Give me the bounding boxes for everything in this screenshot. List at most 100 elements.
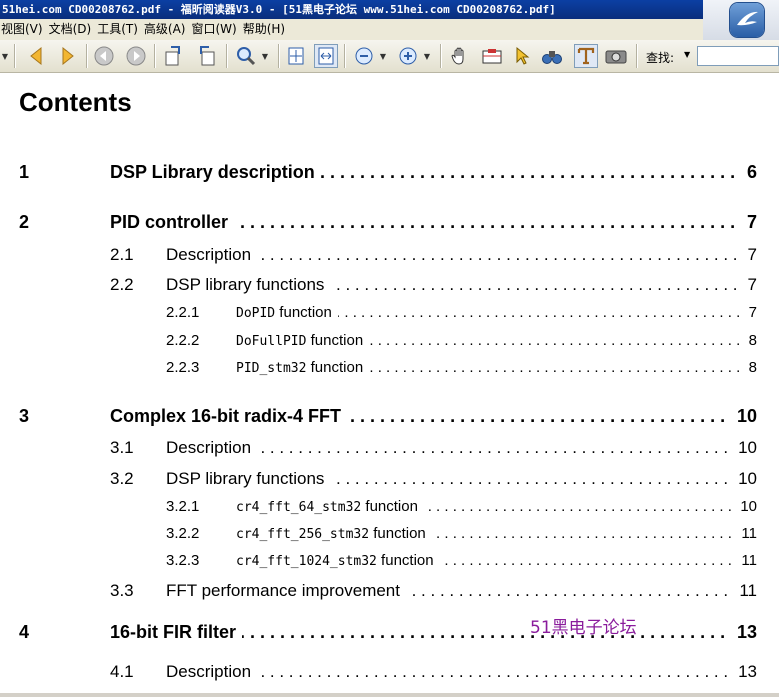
toc-function-name: cr4_fft_1024_stm32 xyxy=(236,554,377,569)
toc-title: DoPID function xyxy=(236,304,338,321)
menu-tools[interactable]: 工具(T) xyxy=(96,19,143,40)
find-label: 查找: xyxy=(646,51,675,65)
toc-entry[interactable]: 3.2.1 . . . . . . . . . . . . . . . . . … xyxy=(0,498,779,522)
zoom-in-dropdown-icon[interactable]: ▼ xyxy=(420,44,434,68)
zoom-dropdown-icon[interactable]: ▼ xyxy=(258,44,272,68)
toc-title: Description xyxy=(166,245,258,265)
toc-title: cr4_fft_64_stm32 function xyxy=(236,498,424,515)
toolbar-dropdown-icon[interactable]: ▼ xyxy=(0,44,10,68)
toc-page-number: 11 xyxy=(733,581,757,601)
snapshot-icon[interactable] xyxy=(480,44,504,68)
text-select-icon[interactable] xyxy=(574,44,598,68)
app-logo xyxy=(703,0,779,42)
toc-function-name: DoPID xyxy=(236,306,276,321)
toc-page-number: 7 xyxy=(741,245,757,265)
hand-tool-icon[interactable] xyxy=(448,44,472,68)
find-binoculars-icon[interactable] xyxy=(540,44,564,68)
toc-number: 3.1 xyxy=(110,438,134,457)
toc-entry[interactable]: 2.2.1 . . . . . . . . . . . . . . . . . … xyxy=(0,304,779,328)
last-page-icon[interactable] xyxy=(56,44,80,68)
menu-window[interactable]: 窗口(W) xyxy=(190,19,241,40)
toc-number: 4 xyxy=(19,622,30,642)
status-bar xyxy=(0,693,779,697)
toc-entry[interactable]: 4.1 . . . . . . . . . . . . . . . . . . … xyxy=(0,662,779,686)
find-input[interactable] xyxy=(697,46,779,66)
zoom-in-icon[interactable] xyxy=(396,44,420,68)
forward-icon[interactable] xyxy=(124,44,148,68)
toc-entry[interactable]: 3 . . . . . . . . . . . . . . . . . . . … xyxy=(0,406,779,430)
toc-title-suffix: function xyxy=(306,359,364,376)
toc-title: PID controller xyxy=(110,212,235,233)
toc-entry[interactable]: 1 . . . . . . . . . . . . . . . . . . . … xyxy=(0,162,779,186)
toc-title: Complex 16-bit radix-4 FFT xyxy=(110,406,348,427)
toc-entry[interactable]: 3.2 . . . . . . . . . . . . . . . . . . … xyxy=(0,469,779,493)
menu-help[interactable]: 帮助(H) xyxy=(242,19,290,40)
toc-function-name: DoFullPID xyxy=(236,334,307,349)
page-title: Contents xyxy=(19,87,132,117)
toc-number: 3.2 xyxy=(110,469,134,488)
toc-page-number: 6 xyxy=(740,162,757,183)
menu-advanced[interactable]: 高级(A) xyxy=(143,19,191,40)
toc-entry[interactable]: 3.2.3 . . . . . . . . . . . . . . . . . … xyxy=(0,552,779,576)
toc-entry[interactable]: 3.3 . . . . . . . . . . . . . . . . . . … xyxy=(0,581,779,605)
toc-number: 3.2.1 xyxy=(166,498,200,515)
toc-entry[interactable]: 2.2 . . . . . . . . . . . . . . . . . . … xyxy=(0,275,779,299)
toc-function-name: PID_stm32 xyxy=(236,361,307,376)
toc-entry[interactable]: 2.2.2 . . . . . . . . . . . . . . . . . … xyxy=(0,332,779,356)
toc-title: FFT performance improvement xyxy=(166,581,406,601)
toc-function-name: cr4_fft_256_stm32 xyxy=(236,527,370,542)
toc-number: 3 xyxy=(19,406,30,426)
toc-entry[interactable]: 2 . . . . . . . . . . . . . . . . . . . … xyxy=(0,212,779,236)
toc-title: cr4_fft_256_stm32 function xyxy=(236,525,432,542)
toc-title: DSP library functions xyxy=(166,275,331,295)
zoom-out-dropdown-icon[interactable]: ▼ xyxy=(376,44,390,68)
toc-page-number: 7 xyxy=(741,275,757,295)
toc-title: DSP library functions xyxy=(166,469,331,489)
toc-number: 4.1 xyxy=(110,662,134,681)
toc-title-suffix: function xyxy=(275,304,332,321)
toc-page-number: 7 xyxy=(740,212,757,233)
toc-entry[interactable]: 4 . . . . . . . . . . . . . . . . . . . … xyxy=(0,622,779,646)
toc-title: PID_stm32 function xyxy=(236,359,370,376)
toc-title: Description xyxy=(166,438,258,458)
zoom-out-icon[interactable] xyxy=(352,44,376,68)
rotate-right-icon[interactable] xyxy=(194,44,218,68)
foxit-logo-icon xyxy=(730,3,764,37)
toc-function-name: cr4_fft_64_stm32 xyxy=(236,500,362,515)
toc-page-number: 10 xyxy=(734,498,757,515)
toc-title: cr4_fft_1024_stm32 function xyxy=(236,552,440,569)
first-page-icon[interactable] xyxy=(24,44,48,68)
toc-entry[interactable]: 3.2.2 . . . . . . . . . . . . . . . . . … xyxy=(0,525,779,549)
toc-page-number: 10 xyxy=(732,469,757,489)
toc-number: 3.3 xyxy=(110,581,134,600)
toc-number: 2.2.2 xyxy=(166,332,200,349)
camera-icon[interactable] xyxy=(604,44,628,68)
menu-view[interactable]: 视图(V) xyxy=(0,19,48,40)
menu-document[interactable]: 文档(D) xyxy=(48,19,97,40)
toc-title-suffix: function xyxy=(376,552,434,569)
document-page: Contents 1 . . . . . . . . . . . . . . .… xyxy=(0,73,779,693)
toc-number: 2.2 xyxy=(110,275,134,294)
fit-page-icon[interactable] xyxy=(284,44,308,68)
zoom-icon[interactable] xyxy=(234,44,258,68)
find-options-dropdown-icon[interactable]: ▼ xyxy=(684,50,690,59)
toc-entry[interactable]: 2.1 . . . . . . . . . . . . . . . . . . … xyxy=(0,245,779,269)
rotate-left-icon[interactable] xyxy=(162,44,186,68)
toc-page-number: 8 xyxy=(742,332,757,349)
toc-entry[interactable]: 2.2.3 . . . . . . . . . . . . . . . . . … xyxy=(0,359,779,383)
toc-page-number: 13 xyxy=(730,622,757,643)
toc-number: 1 xyxy=(19,162,30,182)
toc-title: DSP Library description xyxy=(110,162,321,183)
toc-title-suffix: function xyxy=(369,525,426,542)
select-pointer-icon[interactable] xyxy=(510,44,534,68)
toc-number: 3.2.3 xyxy=(166,552,200,569)
toc-entry[interactable]: 3.1 . . . . . . . . . . . . . . . . . . … xyxy=(0,438,779,462)
toc-number: 3.2.2 xyxy=(166,525,200,542)
toolbar: ▼ ▼ ▼ ▼ 查找: ▼ xyxy=(0,40,779,73)
menu-bar: 视图(V) 文档(D) 工具(T) 高级(A) 窗口(W) 帮助(H) xyxy=(0,19,703,40)
toc-number: 2.1 xyxy=(110,245,134,264)
back-icon[interactable] xyxy=(92,44,116,68)
fit-width-icon[interactable] xyxy=(314,44,338,68)
toc-page-number: 7 xyxy=(742,304,757,321)
toc-title-suffix: function xyxy=(306,332,364,349)
